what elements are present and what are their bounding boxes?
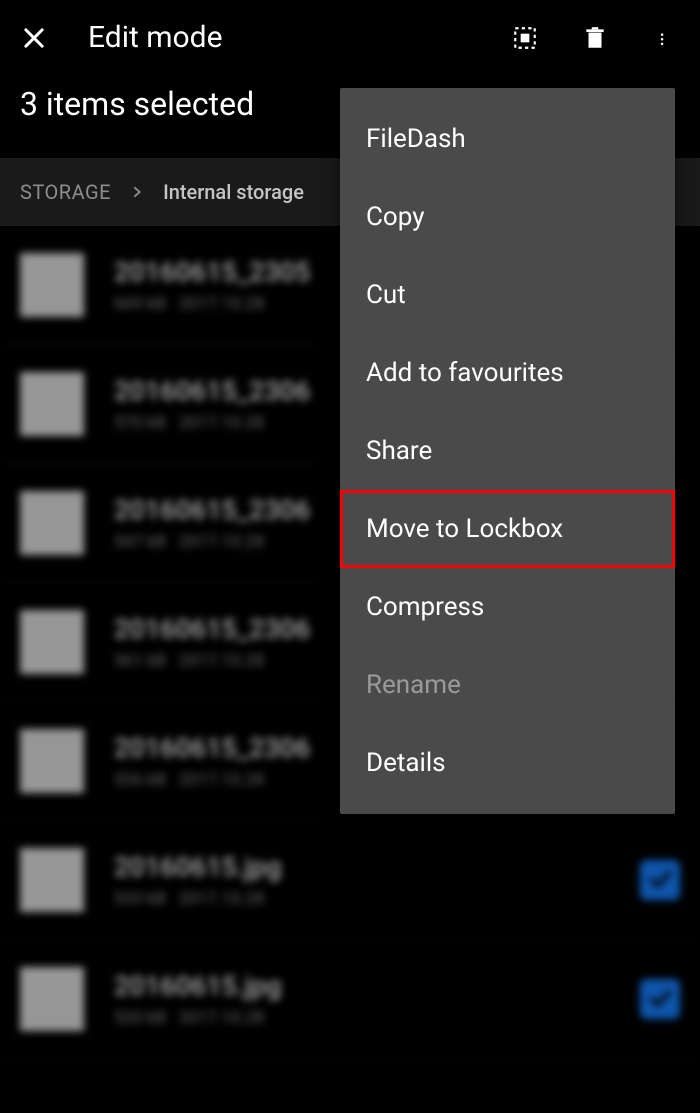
overflow-menu: FileDashCopyCutAdd to favouritesShareMov…	[340, 88, 675, 814]
trash-icon[interactable]	[580, 23, 610, 53]
file-thumb	[20, 372, 84, 436]
file-name: 20160615.jpg	[114, 970, 640, 1002]
file-meta: 520 kB2017.10.28	[114, 1008, 640, 1028]
menu-item-filedash[interactable]: FileDash	[340, 100, 675, 178]
file-thumb	[20, 967, 84, 1031]
menu-item-cut[interactable]: Cut	[340, 256, 675, 334]
checkbox-checked-icon[interactable]	[640, 860, 680, 900]
file-thumb	[20, 253, 84, 317]
menu-item-add-to-favourites[interactable]: Add to favourites	[340, 334, 675, 412]
breadcrumb-root[interactable]: STORAGE	[20, 180, 111, 204]
toolbar: Edit mode	[0, 0, 700, 75]
menu-item-compress[interactable]: Compress	[340, 568, 675, 646]
toolbar-title: Edit mode	[88, 20, 470, 55]
close-icon[interactable]	[20, 24, 48, 52]
select-all-icon[interactable]	[510, 23, 540, 53]
file-thumb	[20, 491, 84, 555]
file-thumb	[20, 729, 84, 793]
file-name: 20160615.jpg	[114, 851, 640, 883]
menu-item-details[interactable]: Details	[340, 724, 675, 802]
file-row[interactable]: 20160615.jpg 533 kB2017.10.28	[0, 821, 700, 940]
file-texts: 20160615.jpg 533 kB2017.10.28	[114, 851, 640, 909]
menu-item-copy[interactable]: Copy	[340, 178, 675, 256]
chevron-right-icon	[129, 184, 145, 200]
file-thumb	[20, 610, 84, 674]
file-thumb	[20, 848, 84, 912]
menu-item-move-to-lockbox[interactable]: Move to Lockbox	[340, 490, 675, 568]
checkbox-checked-icon[interactable]	[640, 979, 680, 1019]
file-row[interactable]: 20160615.jpg 520 kB2017.10.28	[0, 940, 700, 1059]
file-texts: 20160615.jpg 520 kB2017.10.28	[114, 970, 640, 1028]
breadcrumb-current[interactable]: Internal storage	[163, 180, 304, 204]
overflow-menu-icon[interactable]	[650, 23, 680, 53]
menu-item-rename: Rename	[340, 646, 675, 724]
file-meta: 533 kB2017.10.28	[114, 889, 640, 909]
menu-item-share[interactable]: Share	[340, 412, 675, 490]
